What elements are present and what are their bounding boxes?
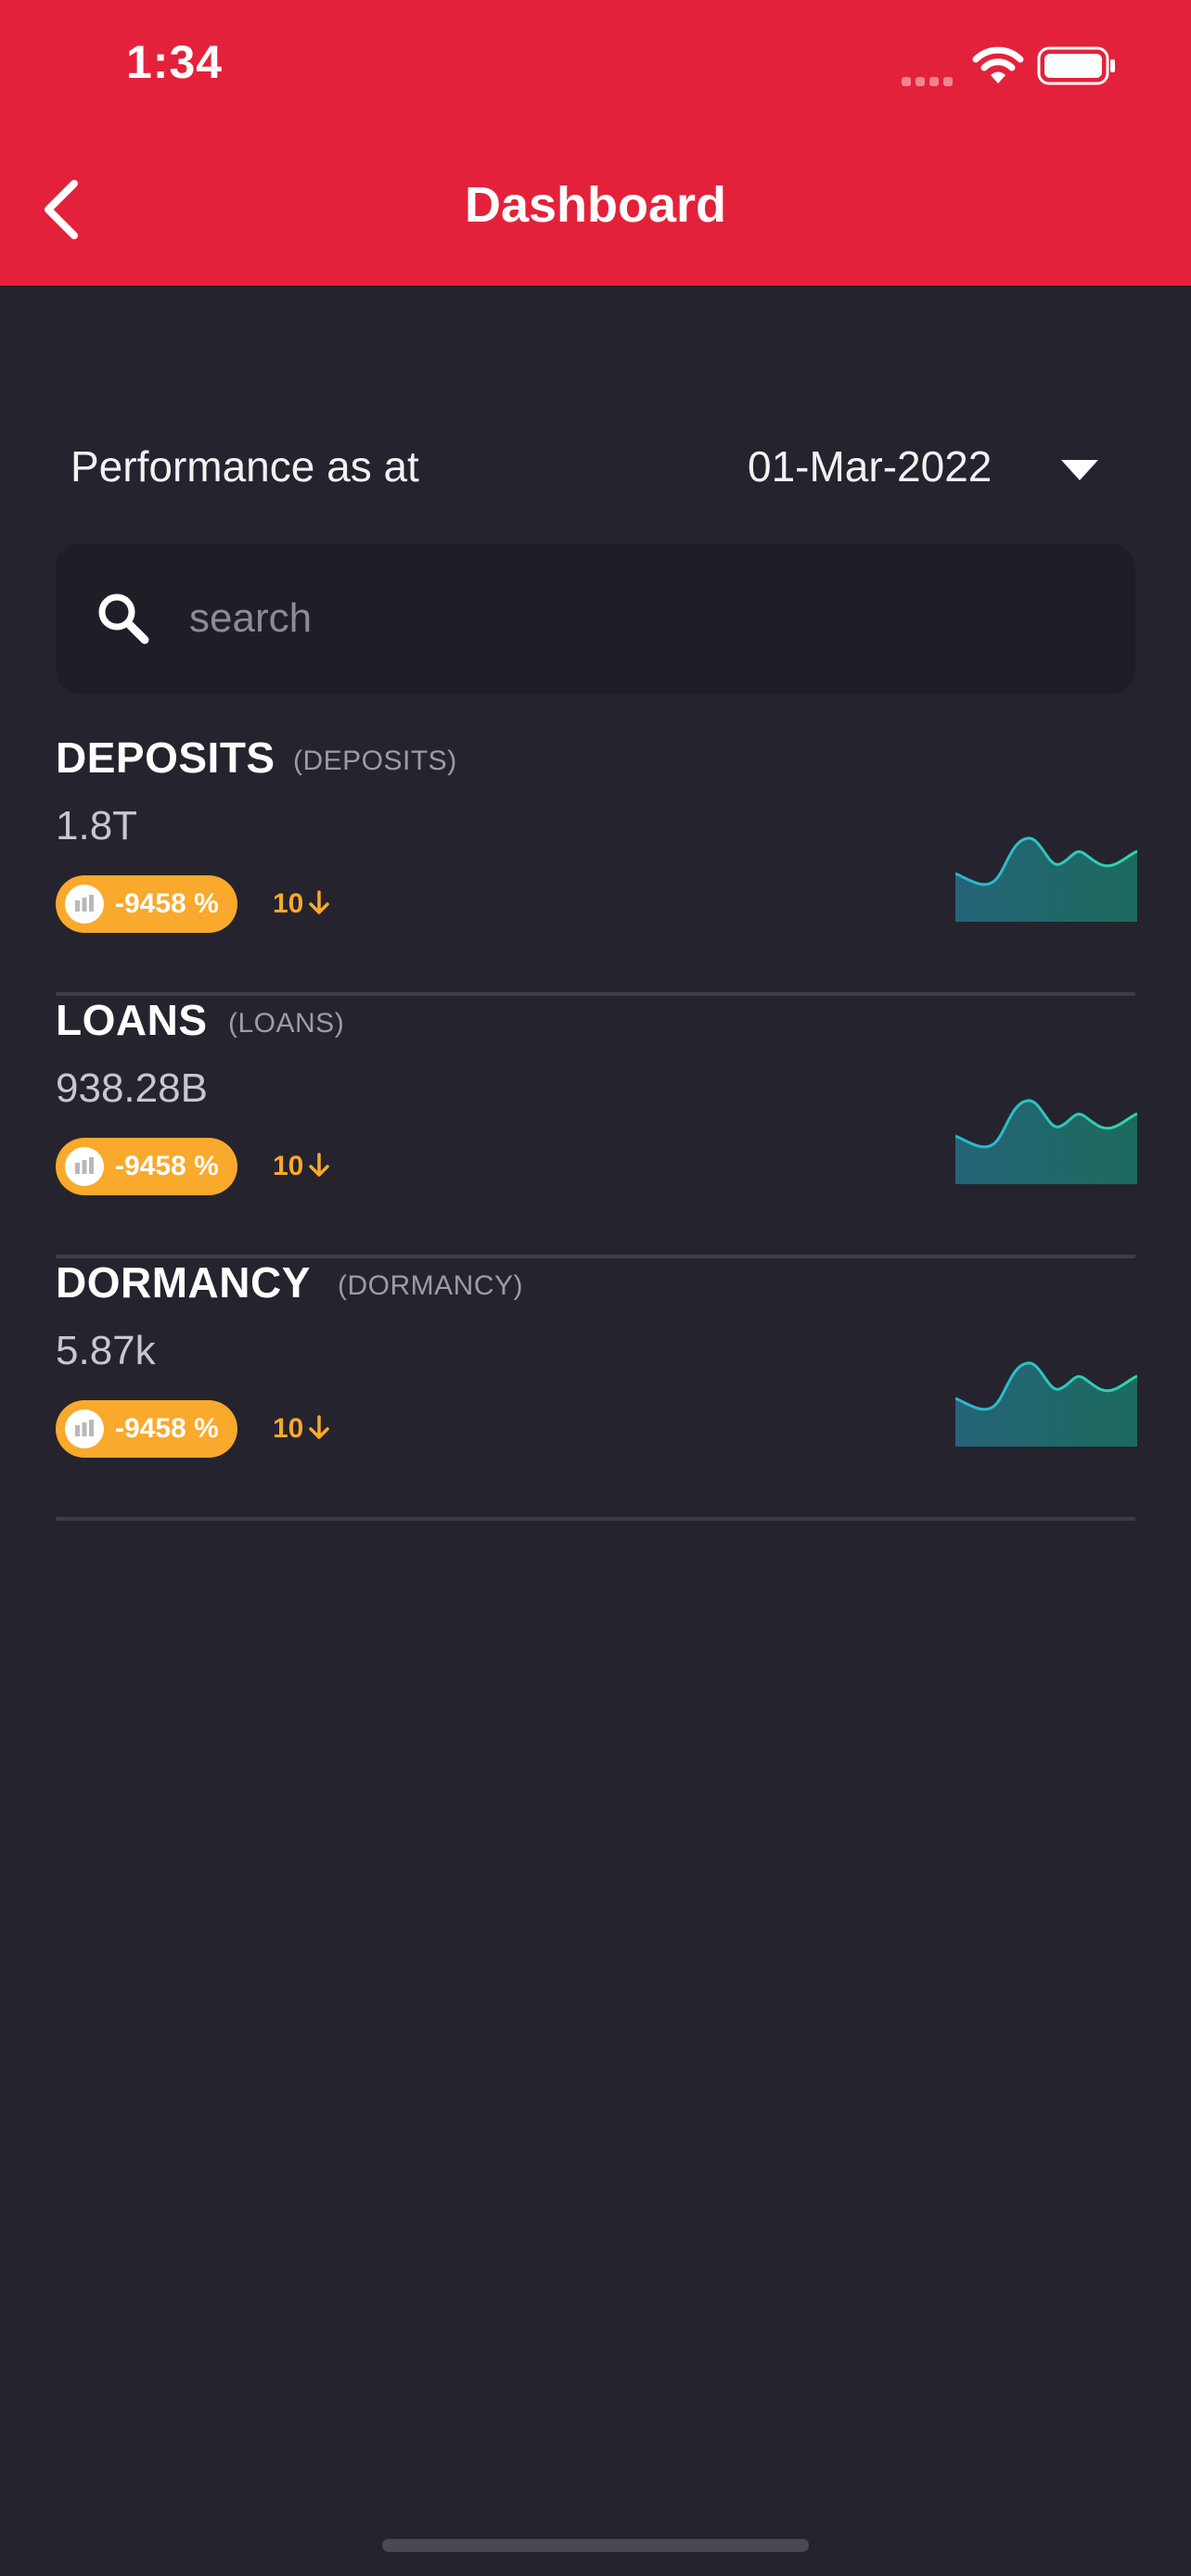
metric-value: 1.8T [56,803,138,848]
home-indicator[interactable] [382,2539,809,2552]
divider [56,1517,1135,1521]
metric-card-deposits[interactable]: DEPOSITS (DEPOSITS) 1.8T -9458 % 10 [56,733,1137,996]
date-value: 01-Mar-2022 [748,442,992,491]
metric-subtitle: (DEPOSITS) [293,746,457,776]
date-dropdown[interactable]: 01-Mar-2022 [742,436,1132,501]
metric-value: 5.87k [56,1328,156,1373]
arrow-down-icon [309,1153,329,1177]
rank-value: 10 [273,1151,304,1181]
metric-title: DEPOSITS [56,733,275,782]
change-badge: -9458 % [56,1138,237,1195]
change-badge: -9458 % [56,1400,237,1458]
change-badge: -9458 % [56,875,237,933]
performance-label: Performance as at [70,442,419,491]
bar-chart-icon [65,885,104,924]
change-value: -9458 % [115,1151,219,1181]
status-time: 1:34 [126,36,224,88]
cellular-signal-icon [902,74,957,86]
sparkline-chart [955,1361,1137,1447]
change-value: -9458 % [115,888,219,919]
search-input[interactable] [187,580,1100,657]
search-bar[interactable] [56,543,1135,694]
metric-title: LOANS [56,996,208,1044]
bar-chart-icon [65,1147,104,1186]
change-value: -9458 % [115,1413,219,1444]
wifi-icon [972,46,1024,83]
metric-card-dormancy[interactable]: DORMANCY (DORMANCY) 5.87k -9458 % 10 [56,1257,1137,1521]
search-icon [98,593,149,644]
metric-title: DORMANCY [56,1258,311,1307]
app-header: 1:34 Dashboard [0,0,1191,286]
caret-down-icon [1061,460,1098,480]
metric-subtitle: (LOANS) [228,1008,345,1039]
sparkline-chart [955,1099,1137,1184]
bar-chart-icon [65,1409,104,1448]
arrow-down-icon [309,1415,329,1439]
battery-icon [1037,46,1115,85]
rank-value: 10 [273,888,304,919]
metric-value: 938.28B [56,1065,208,1111]
rank-value: 10 [273,1413,304,1444]
arrow-down-icon [309,890,329,914]
page-title: Dashboard [464,177,727,233]
metric-card-loans[interactable]: LOANS (LOANS) 938.28B -9458 % 10 [56,995,1137,1258]
sparkline-chart [955,836,1137,922]
metric-subtitle: (DORMANCY) [338,1270,523,1301]
